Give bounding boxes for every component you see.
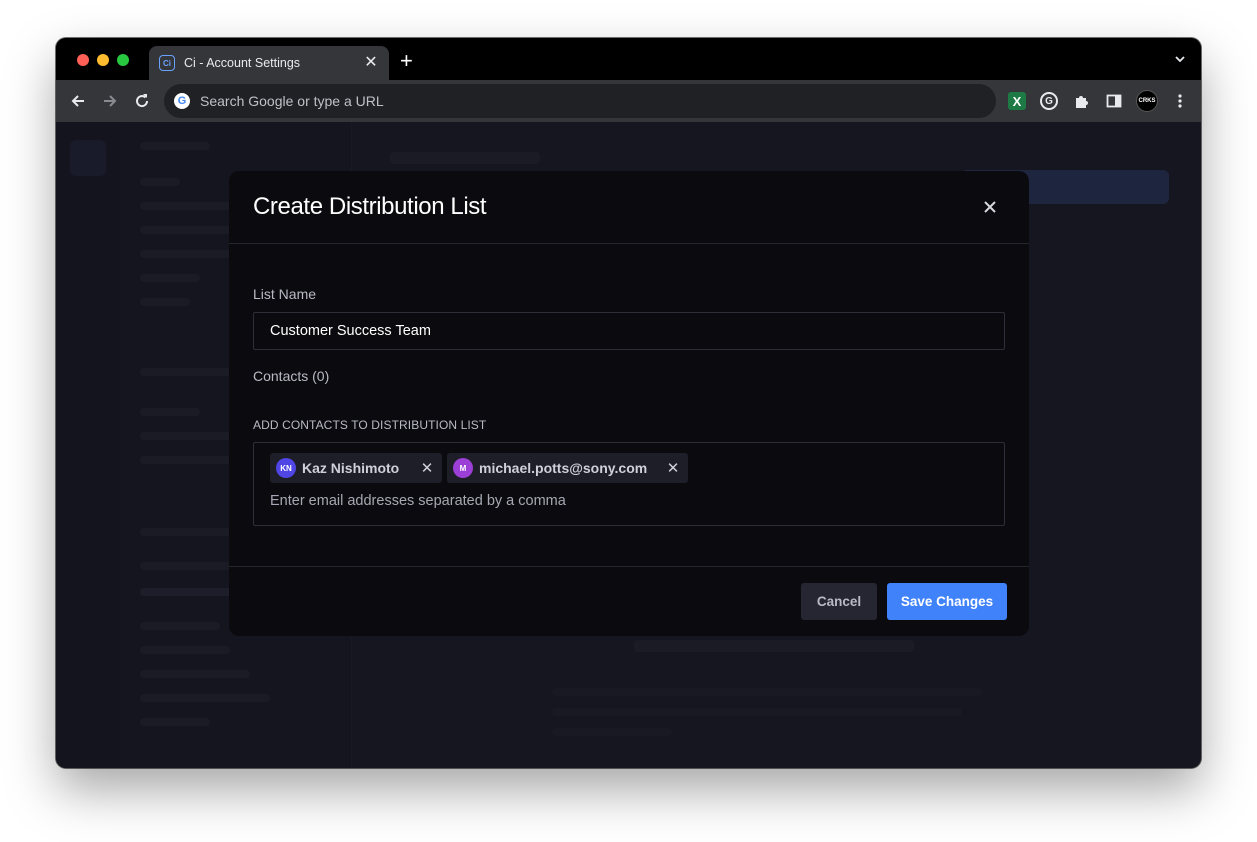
omnibox-placeholder: Search Google or type a URL <box>200 93 384 109</box>
cancel-button[interactable]: Cancel <box>801 583 877 620</box>
contacts-count-label: Contacts (0) <box>253 368 330 384</box>
side-panel-icon[interactable] <box>1104 91 1124 111</box>
modal-header: Create Distribution List <box>229 171 1029 244</box>
contact-chip: M michael.potts@sony.com ✕ <box>447 453 688 483</box>
avatar: M <box>453 458 473 478</box>
minimize-window-button[interactable] <box>97 54 109 66</box>
google-logo-icon: G <box>174 93 190 109</box>
omnibox[interactable]: G Search Google or type a URL <box>164 84 996 118</box>
contact-chip-label: michael.potts@sony.com <box>479 460 648 476</box>
close-window-button[interactable] <box>77 54 89 66</box>
close-icon[interactable] <box>981 198 999 216</box>
modal-title: Create Distribution List <box>253 193 487 220</box>
add-contacts-label: ADD CONTACTS TO DISTRIBUTION LIST <box>253 418 487 432</box>
tab-search-chevron-icon[interactable] <box>1173 52 1187 66</box>
profile-avatar[interactable]: CRKS <box>1136 90 1158 112</box>
maximize-window-button[interactable] <box>117 54 129 66</box>
puzzle-icon[interactable] <box>1072 91 1092 111</box>
save-changes-button[interactable]: Save Changes <box>887 583 1007 620</box>
tab-close-icon[interactable]: ✕ <box>363 55 379 71</box>
tab-account-settings[interactable]: Ci Ci - Account Settings ✕ <box>149 46 389 80</box>
remove-chip-icon[interactable]: ✕ <box>420 459 434 477</box>
excel-extension-icon[interactable]: X <box>1008 92 1026 110</box>
list-name-input[interactable]: Customer Success Team <box>253 312 1005 350</box>
browser-toolbar: G Search Google or type a URL X G CRKS <box>56 80 1201 122</box>
email-input-placeholder[interactable]: Enter email addresses separated by a com… <box>270 493 566 509</box>
contact-chip: KN Kaz Nishimoto ✕ <box>270 453 442 483</box>
grammarly-extension-icon[interactable]: G <box>1040 92 1058 110</box>
tab-strip: Ci Ci - Account Settings ✕ + <box>56 38 1201 80</box>
back-arrow-icon[interactable] <box>68 91 88 111</box>
kebab-menu-icon[interactable] <box>1170 91 1190 111</box>
remove-chip-icon[interactable]: ✕ <box>666 459 680 477</box>
ci-favicon-icon: Ci <box>159 55 175 71</box>
contact-chip-label: Kaz Nishimoto <box>302 460 400 476</box>
modal-footer: Cancel Save Changes <box>229 566 1029 636</box>
avatar: KN <box>276 458 296 478</box>
reload-icon[interactable] <box>132 91 152 111</box>
list-name-label: List Name <box>253 286 317 302</box>
tab-title: Ci - Account Settings <box>184 56 301 70</box>
create-distribution-list-modal: Create Distribution List List Name Custo… <box>229 171 1029 636</box>
browser-window: Ci Ci - Account Settings ✕ + G Search Go… <box>56 38 1201 768</box>
forward-arrow-icon[interactable] <box>100 91 120 111</box>
new-tab-button[interactable]: + <box>400 50 413 72</box>
contacts-tag-input[interactable]: KN Kaz Nishimoto ✕ M michael.potts@sony.… <box>253 442 1005 526</box>
